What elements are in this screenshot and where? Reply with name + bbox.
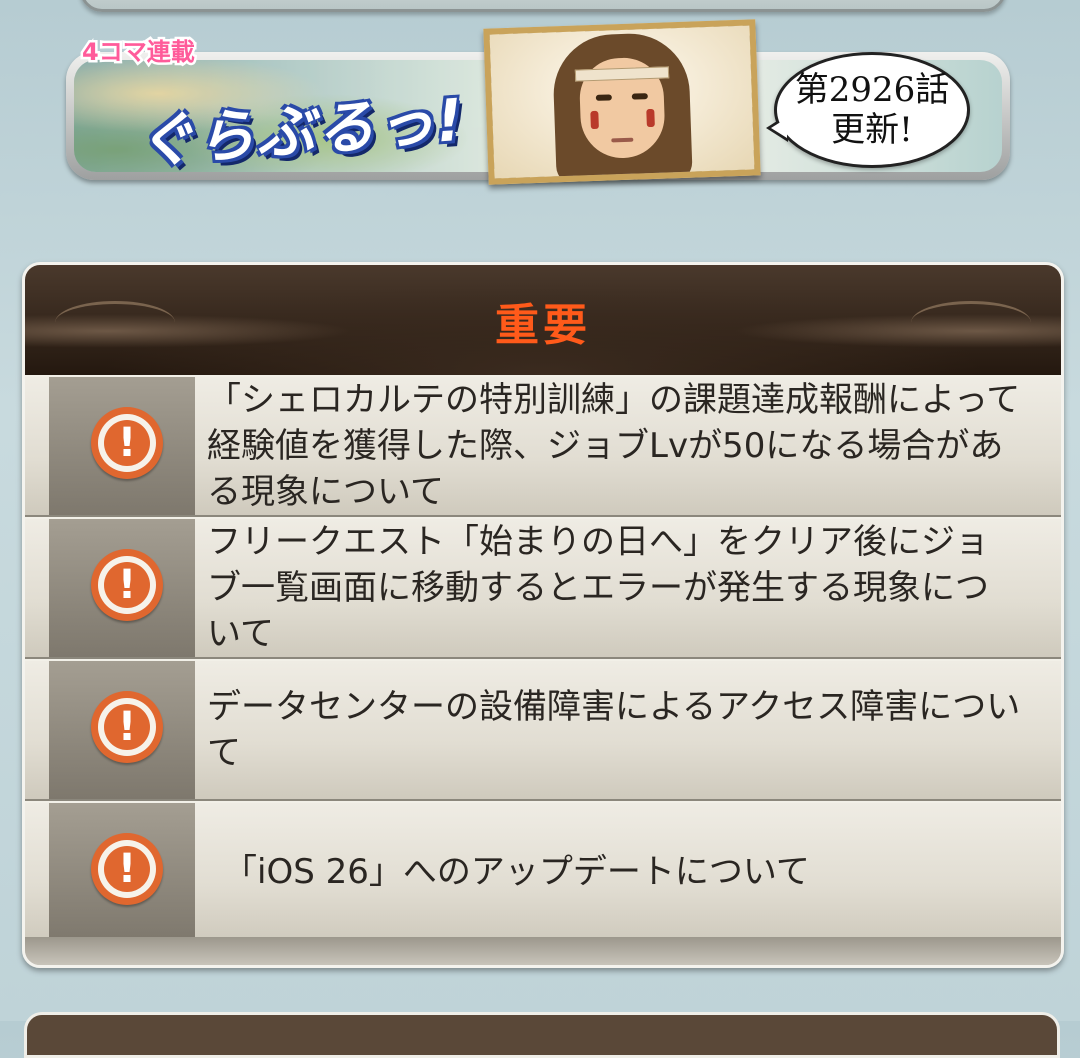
panel-title: 重要 [495, 300, 591, 351]
news-item[interactable]: ! 「シェロカルテの特別訓練」の課題達成報酬によって経験値を獲得した際、ジョブL… [25, 375, 1061, 517]
news-icon-cell: ! [49, 377, 195, 515]
news-item-text: 「iOS 26」へのアップデートについて [223, 852, 810, 892]
news-item[interactable]: ! データセンターの設備障害によるアクセス障害について [25, 659, 1061, 801]
news-item[interactable]: ! 「iOS 26」へのアップデートについて [25, 801, 1061, 943]
character-portrait [483, 19, 761, 185]
news-item-text: フリークエスト「始まりの日へ」をクリア後にジョブ一覧画面に移動するとエラーが発生… [207, 522, 989, 654]
update-label: 更新! [831, 110, 913, 150]
panel-header: 重要 [25, 265, 1061, 375]
news-item-text: 「シェロカルテの特別訓練」の課題達成報酬によって経験値を獲得した際、ジョブLvが… [207, 380, 1021, 512]
banner-badge: 4コマ連載 [80, 36, 198, 69]
next-panel-edge [24, 1012, 1060, 1058]
exclamation-circle-icon: ! [91, 833, 163, 905]
episode-number: 第2926話 [794, 70, 950, 110]
news-icon-cell: ! [49, 803, 195, 941]
important-news-panel: 重要 ! 「シェロカルテの特別訓練」の課題達成報酬によって経験値を獲得した際、ジ… [22, 262, 1064, 968]
top-cut-panel [80, 0, 1006, 12]
news-icon-cell: ! [49, 661, 195, 799]
exclamation-circle-icon: ! [91, 549, 163, 621]
news-item[interactable]: ! フリークエスト「始まりの日へ」をクリア後にジョブ一覧画面に移動するとエラーが… [25, 517, 1061, 659]
exclamation-circle-icon: ! [91, 691, 163, 763]
speech-bubble: 第2926話 更新! [774, 52, 970, 168]
news-item-text: データセンターの設備障害によるアクセス障害について [207, 687, 1021, 773]
exclamation-circle-icon: ! [91, 407, 163, 479]
comic-banner[interactable]: ぐらぶるっ! 4コマ連載 第2926話 更新! [66, 19, 1010, 185]
news-list: ! 「シェロカルテの特別訓練」の課題達成報酬によって経験値を獲得した際、ジョブL… [25, 375, 1061, 943]
news-icon-cell: ! [49, 519, 195, 657]
panel-footer [25, 937, 1061, 965]
